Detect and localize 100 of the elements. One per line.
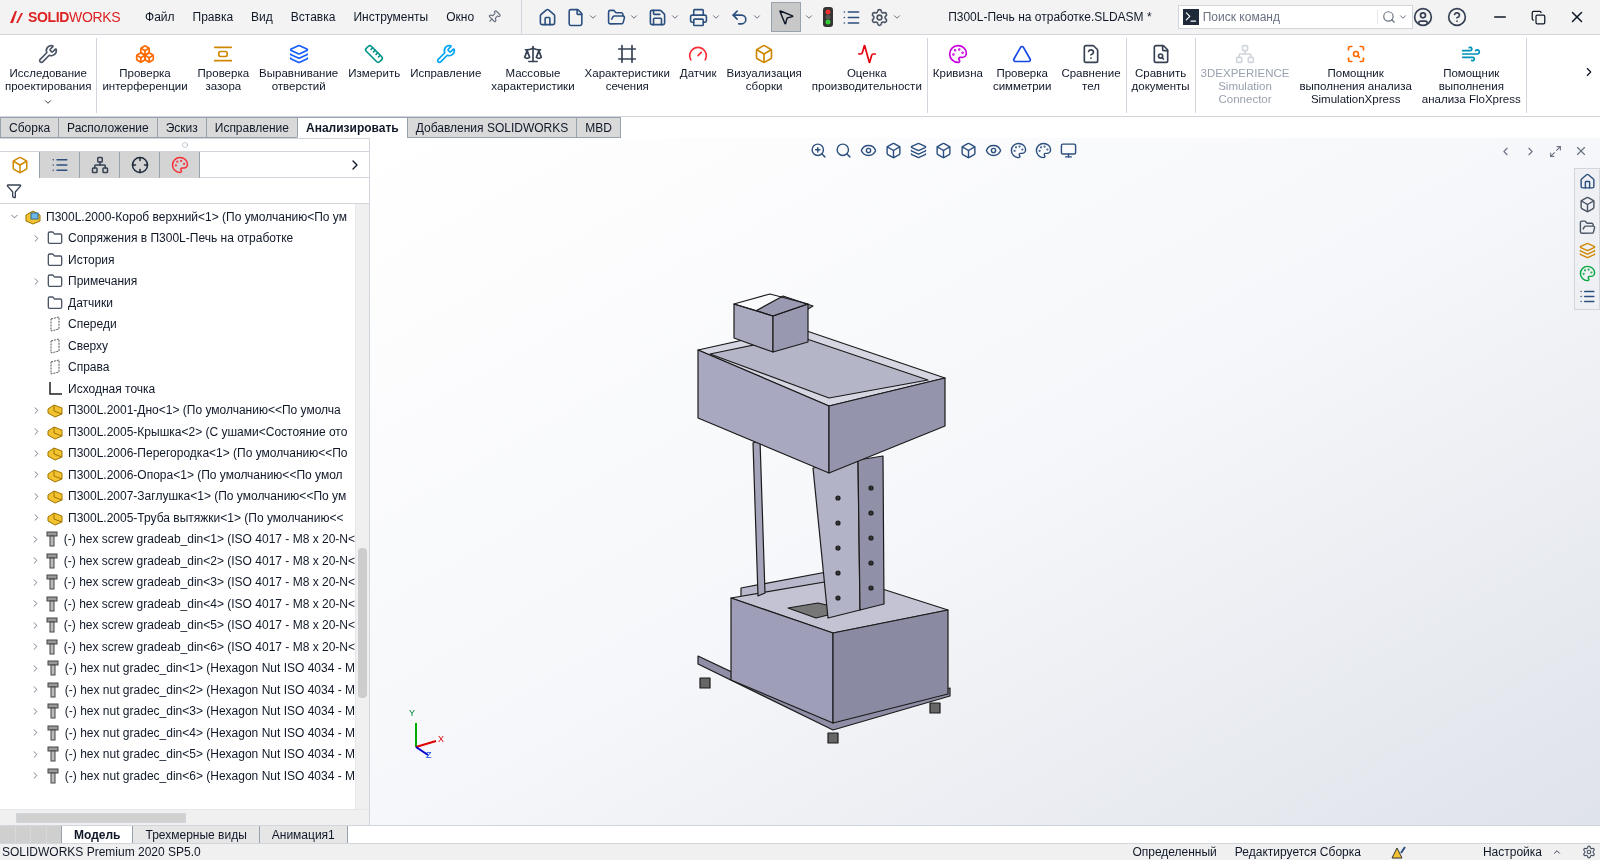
new-file-icon[interactable] [566,7,586,27]
units-text[interactable]: Настройка [1482,843,1542,860]
ribbon-button[interactable]: Исследование проектирования [0,38,97,113]
restore-icon[interactable] [1531,9,1546,25]
home-icon[interactable] [538,7,558,27]
search-field[interactable]: Поиск команд [1177,5,1413,29]
ribbon-button[interactable]: Массовые характеристики [486,38,580,113]
ribbon-button[interactable]: Датчик [674,38,722,113]
vertical-scrollbar[interactable] [355,204,369,809]
tree-item[interactable]: Исходная точка [68,379,156,398]
tree-item[interactable]: П300L.2001-Дно<1> (По умолчанию<<По умолча [68,401,341,420]
menu-item[interactable]: Инструменты [344,2,438,32]
command-tab[interactable]: Сборка [0,117,60,138]
select-button[interactable] [771,2,802,32]
command-tab[interactable]: Расположение [58,117,158,138]
tree-item[interactable]: П300L.2007-Заглушка<1> (По умолчанию<<По ум [68,487,347,506]
settings-icon[interactable] [870,7,890,27]
ribbon-button[interactable]: Проверка симметрии [987,38,1057,113]
ribbon-button[interactable]: Измерить [343,38,406,113]
caret-icon[interactable] [1552,847,1562,857]
sheet-tab[interactable]: Трехмерные виды [133,826,260,843]
ribbon-button[interactable]: Характеристики сечения [579,38,675,113]
graphics-viewport[interactable]: Y X Z [370,138,1600,825]
tree-item[interactable]: Сверху [68,336,109,355]
tree-item[interactable]: П300L.2005-Труба вытяжки<1> (По умолчанию<< [68,508,344,527]
tree-item[interactable]: П300L.2005-Крышка<2> (С ушами<Состояние ото [68,422,348,441]
tree-item[interactable]: (-) hex nut gradec_din<4> (Hexagon Nut ISO 4034 - M [64,723,355,742]
sheet-tab[interactable]: Анимация1 [259,826,348,843]
tree-item[interactable]: (-) hex screw gradeab_din<2> (ISO 4017 - M8 x 20-N< [63,551,355,570]
box-icon[interactable] [935,142,952,159]
tree-item[interactable]: (-) hex screw gradeab_din<3> (ISO 4017 - M8 x 20-N< [63,573,355,592]
box-icon[interactable] [1578,196,1596,213]
tree-item[interactable]: (-) hex nut gradec_din<2> (Hexagon Nut ISO 4034 - M [64,680,355,699]
ribbon-button[interactable]: Исправление [405,38,487,113]
caret-icon[interactable] [1398,12,1408,22]
monitor-icon[interactable] [1060,142,1077,159]
tree-item[interactable]: (-) hex nut gradec_din<5> (Hexagon Nut ISO 4034 - M [64,745,355,764]
menu-item[interactable]: Правка [183,2,243,32]
panel-tab[interactable] [80,151,120,178]
tree-item[interactable]: П300L.2006-Опора<1> (По умолчанию<<По умол [68,465,343,484]
undo-icon[interactable] [730,7,750,27]
tree-item[interactable]: П300L.2000-Короб верхний<1> (По умолчанию<По ум [46,207,347,226]
tree-item[interactable]: (-) hex screw gradeab_din<5> (ISO 4017 - M8 x 20-N< [63,616,355,635]
tree-item[interactable]: (-) hex nut gradec_din<6> (Hexagon Nut ISO 4034 - M [64,766,355,785]
search-icon[interactable] [1382,10,1396,24]
open-folder-icon[interactable] [607,7,627,27]
zoom-area-icon[interactable] [835,142,852,159]
caret-icon[interactable] [752,12,763,22]
caret-icon[interactable] [804,12,815,22]
ribbon-button[interactable]: Помощник выполнения анализа SimulationXpress [1294,38,1417,113]
tree-item[interactable]: (-) hex nut gradec_din<3> (Hexagon Nut ISO 4034 - M [64,702,355,721]
zoom-icon[interactable] [810,142,827,159]
command-tab[interactable]: Добавления SOLIDWORKS [406,117,578,138]
ribbon-button[interactable]: Выравнивание отверстий [254,38,344,113]
tree-item[interactable]: (-) hex screw gradeab_din<4> (ISO 4017 - M8 x 20-N< [63,594,355,613]
ribbon-button[interactable]: Сравнить документы [1126,38,1195,113]
menu-item[interactable]: Вставка [281,2,345,32]
caret-icon[interactable] [892,12,903,22]
tree-item[interactable]: Датчики [68,293,113,312]
tree-item[interactable]: История [68,250,115,269]
view-icon[interactable] [860,142,877,159]
ribbon-button[interactable]: Проверка интерференции [97,38,193,113]
caret-icon[interactable] [711,12,722,22]
panel-tab[interactable] [120,151,160,178]
list-icon[interactable] [1578,288,1596,305]
tree-item[interactable]: Спереди [68,315,117,334]
settings-icon[interactable] [1582,845,1596,859]
horizontal-scrollbar[interactable] [0,809,369,825]
traffic-light-icon[interactable] [823,7,834,27]
tree-item[interactable]: Сопряжения в П300L-Печь на отработке [68,229,294,248]
tree-item[interactable]: П300L.2006-Перегородка<1> (По умолчанию<<По [68,444,348,463]
splitter-handle-icon[interactable] [181,142,188,148]
ribbon-button[interactable]: Визуализация сборки [721,38,807,113]
menu-item[interactable]: Вид [242,2,282,32]
ribbon-button[interactable]: Сравнение тел [1056,38,1126,113]
command-tab[interactable]: Исправление [205,117,298,138]
maximize-icon[interactable] [1549,144,1562,158]
command-tab[interactable]: Анализировать [297,117,408,138]
eye-icon[interactable] [985,142,1002,159]
palette-icon[interactable] [1578,265,1596,282]
tree-item[interactable]: (-) hex screw gradeab_din<1> (ISO 4017 - M8 x 20-N< [63,530,355,549]
ribbon-button[interactable]: Проверка зазора [192,38,255,113]
caret-icon[interactable] [629,12,640,22]
tree-item[interactable]: (-) hex nut gradec_din<1> (Hexagon Nut ISO 4034 - M [64,659,355,678]
home-icon[interactable] [1578,173,1596,190]
command-tab[interactable]: MBD [576,117,621,138]
filter-icon[interactable] [6,182,22,199]
ribbon-button[interactable]: Кривизна [927,38,988,113]
menu-item[interactable]: Файл [136,2,184,32]
menu-item[interactable]: Окно [437,2,484,32]
tree-item[interactable]: (-) hex screw gradeab_din<6> (ISO 4017 - M8 x 20-N< [63,637,355,656]
layers-icon[interactable] [910,142,927,159]
caret-icon[interactable] [670,12,681,22]
user-icon[interactable] [1413,7,1433,27]
caret-icon[interactable] [588,12,599,22]
rebuild-icon[interactable] [1390,845,1407,859]
search-input[interactable]: Поиск команд [1202,8,1377,26]
command-tab[interactable]: Эскиз [156,117,207,138]
tree-item[interactable]: Справа [68,358,110,377]
save-icon[interactable] [648,7,668,27]
